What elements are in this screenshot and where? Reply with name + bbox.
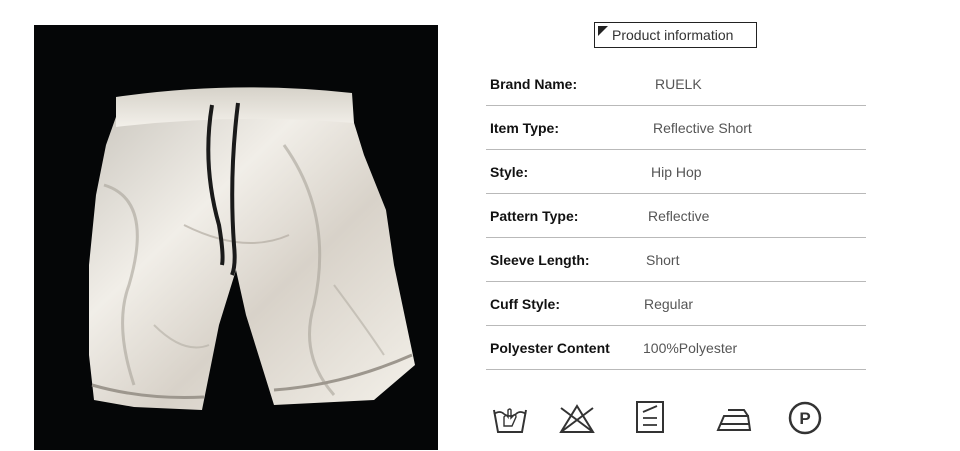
spec-value: Regular (644, 296, 694, 312)
spec-row-sleeve-length: Sleeve Length: Short (486, 238, 866, 282)
spec-label: Brand Name: (490, 76, 578, 92)
spec-value: Short (646, 252, 680, 268)
spec-row-brand-name: Brand Name: RUELK (486, 62, 866, 106)
spec-value: RUELK (655, 76, 702, 92)
spec-table: Brand Name: RUELK Item Type: Reflective … (486, 62, 866, 370)
product-photo (34, 25, 438, 450)
spec-value: 100%Polyester (643, 340, 738, 356)
spec-label: Style: (490, 164, 529, 180)
spec-label: Sleeve Length: (490, 252, 590, 268)
iron-low-icon (714, 398, 754, 438)
hand-wash-icon (490, 398, 530, 438)
spec-label: Polyester Content (490, 340, 610, 356)
spec-label: Cuff Style: (490, 296, 560, 312)
spec-value: Hip Hop (651, 164, 702, 180)
spec-row-polyester-content: Polyester Content 100%Polyester (486, 326, 866, 370)
corner-triangle-icon (598, 26, 608, 36)
spec-row-style: Style: Hip Hop (486, 150, 866, 194)
spec-row-item-type: Item Type: Reflective Short (486, 106, 866, 150)
care-instructions: P (486, 398, 866, 438)
line-dry-icon (631, 398, 671, 438)
spec-row-pattern-type: Pattern Type: Reflective (486, 194, 866, 238)
reflective-shorts-image (34, 25, 438, 450)
product-information-header: Product information (594, 22, 757, 48)
spec-label: Pattern Type: (490, 208, 579, 224)
spec-value: Reflective Short (653, 120, 752, 136)
product-detail-page: Product information Brand Name: RUELK It… (0, 0, 960, 451)
do-not-bleach-icon (557, 398, 597, 438)
dry-clean-p-icon: P (785, 398, 825, 438)
product-information-label: Product information (612, 27, 734, 43)
svg-text:P: P (799, 409, 810, 428)
spec-value: Reflective (648, 208, 710, 224)
spec-label: Item Type: (490, 120, 559, 136)
spec-row-cuff-style: Cuff Style: Regular (486, 282, 866, 326)
